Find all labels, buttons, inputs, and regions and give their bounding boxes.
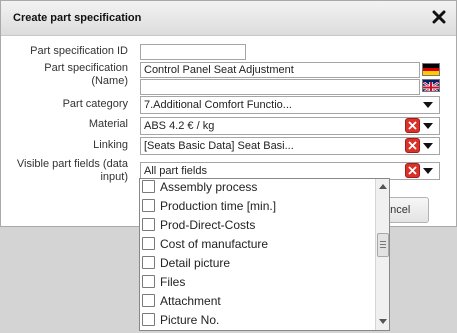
list-item-label: Detail picture xyxy=(160,256,231,270)
list-item-label: Assembly process xyxy=(160,180,258,194)
checkbox[interactable] xyxy=(142,218,155,231)
list-item-label: Cost of manufacture xyxy=(160,237,269,251)
part-category-value: 7.Additional Comfort Functio... xyxy=(144,99,292,111)
scroll-up-icon[interactable] xyxy=(379,184,387,189)
scrollbar-thumb[interactable] xyxy=(377,233,389,257)
list-item[interactable]: Picture No. xyxy=(142,311,374,329)
material-label: Material xyxy=(88,118,128,130)
chevron-down-icon[interactable] xyxy=(423,168,433,174)
list-item[interactable]: Production time [min.] xyxy=(142,197,374,215)
checkbox[interactable] xyxy=(142,313,155,326)
checkbox[interactable] xyxy=(142,294,155,307)
part-category-label: Part category xyxy=(62,98,128,110)
visible-fields-value: All part fields xyxy=(144,165,207,177)
uk-flag-icon[interactable] xyxy=(422,79,440,92)
visible-fields-dropdown-list[interactable]: Assembly process Production time [min.] … xyxy=(139,178,390,331)
list-item[interactable]: Assembly process xyxy=(142,179,374,196)
list-item-label: Files xyxy=(160,275,186,289)
clear-visible-fields-icon[interactable] xyxy=(405,163,420,178)
clear-material-icon[interactable] xyxy=(405,118,420,133)
chevron-down-icon[interactable] xyxy=(423,143,433,149)
list-item[interactable]: Cost of manufacture xyxy=(142,235,374,253)
clear-linking-icon[interactable] xyxy=(405,138,420,153)
list-item-label: Attachment xyxy=(160,294,221,308)
part-spec-name-en-input[interactable] xyxy=(140,79,420,95)
visible-fields-label-line1: Visible part fields (data xyxy=(16,158,128,170)
dropdown-scrollbar[interactable] xyxy=(375,179,389,330)
part-spec-id-input[interactable] xyxy=(140,44,246,60)
list-item-label: Picture No. xyxy=(160,313,220,327)
list-item[interactable]: Attachment xyxy=(142,292,374,310)
list-item-label: Production time [min.] xyxy=(160,199,277,213)
linking-label: Linking xyxy=(93,139,128,151)
list-item[interactable]: Prod-Direct-Costs xyxy=(142,216,374,234)
part-spec-name-de-input[interactable]: Control Panel Seat Adjustment xyxy=(140,62,420,78)
visible-fields-label-line2: input) xyxy=(100,171,128,183)
dialog-titlebar: Create part specification xyxy=(1,1,456,36)
checkbox[interactable] xyxy=(142,199,155,212)
part-spec-name-label-line2: (Name) xyxy=(91,75,128,87)
german-flag-icon[interactable] xyxy=(422,63,440,76)
list-item[interactable]: Files xyxy=(142,273,374,291)
list-item-label: Prod-Direct-Costs xyxy=(160,218,256,232)
part-category-select[interactable]: 7.Additional Comfort Functio... xyxy=(140,96,440,114)
part-spec-id-label: Part specification ID xyxy=(30,45,128,57)
dialog-title: Create part specification xyxy=(13,12,142,24)
part-spec-name-label-line1: Part specification xyxy=(44,62,128,74)
scroll-down-icon[interactable] xyxy=(379,319,387,324)
material-value: ABS 4.2 € / kg xyxy=(144,120,215,132)
linking-value: [Seats Basic Data] Seat Basi... xyxy=(144,140,294,152)
linking-select[interactable]: [Seats Basic Data] Seat Basi... xyxy=(140,137,440,155)
checkbox[interactable] xyxy=(142,237,155,250)
chevron-down-icon[interactable] xyxy=(423,102,433,108)
checkbox[interactable] xyxy=(142,256,155,269)
close-icon[interactable] xyxy=(432,10,446,24)
chevron-down-icon[interactable] xyxy=(423,123,433,129)
checkbox[interactable] xyxy=(142,275,155,288)
list-item[interactable]: Detail picture xyxy=(142,254,374,272)
material-select[interactable]: ABS 4.2 € / kg xyxy=(140,117,440,135)
checkbox[interactable] xyxy=(142,180,155,193)
